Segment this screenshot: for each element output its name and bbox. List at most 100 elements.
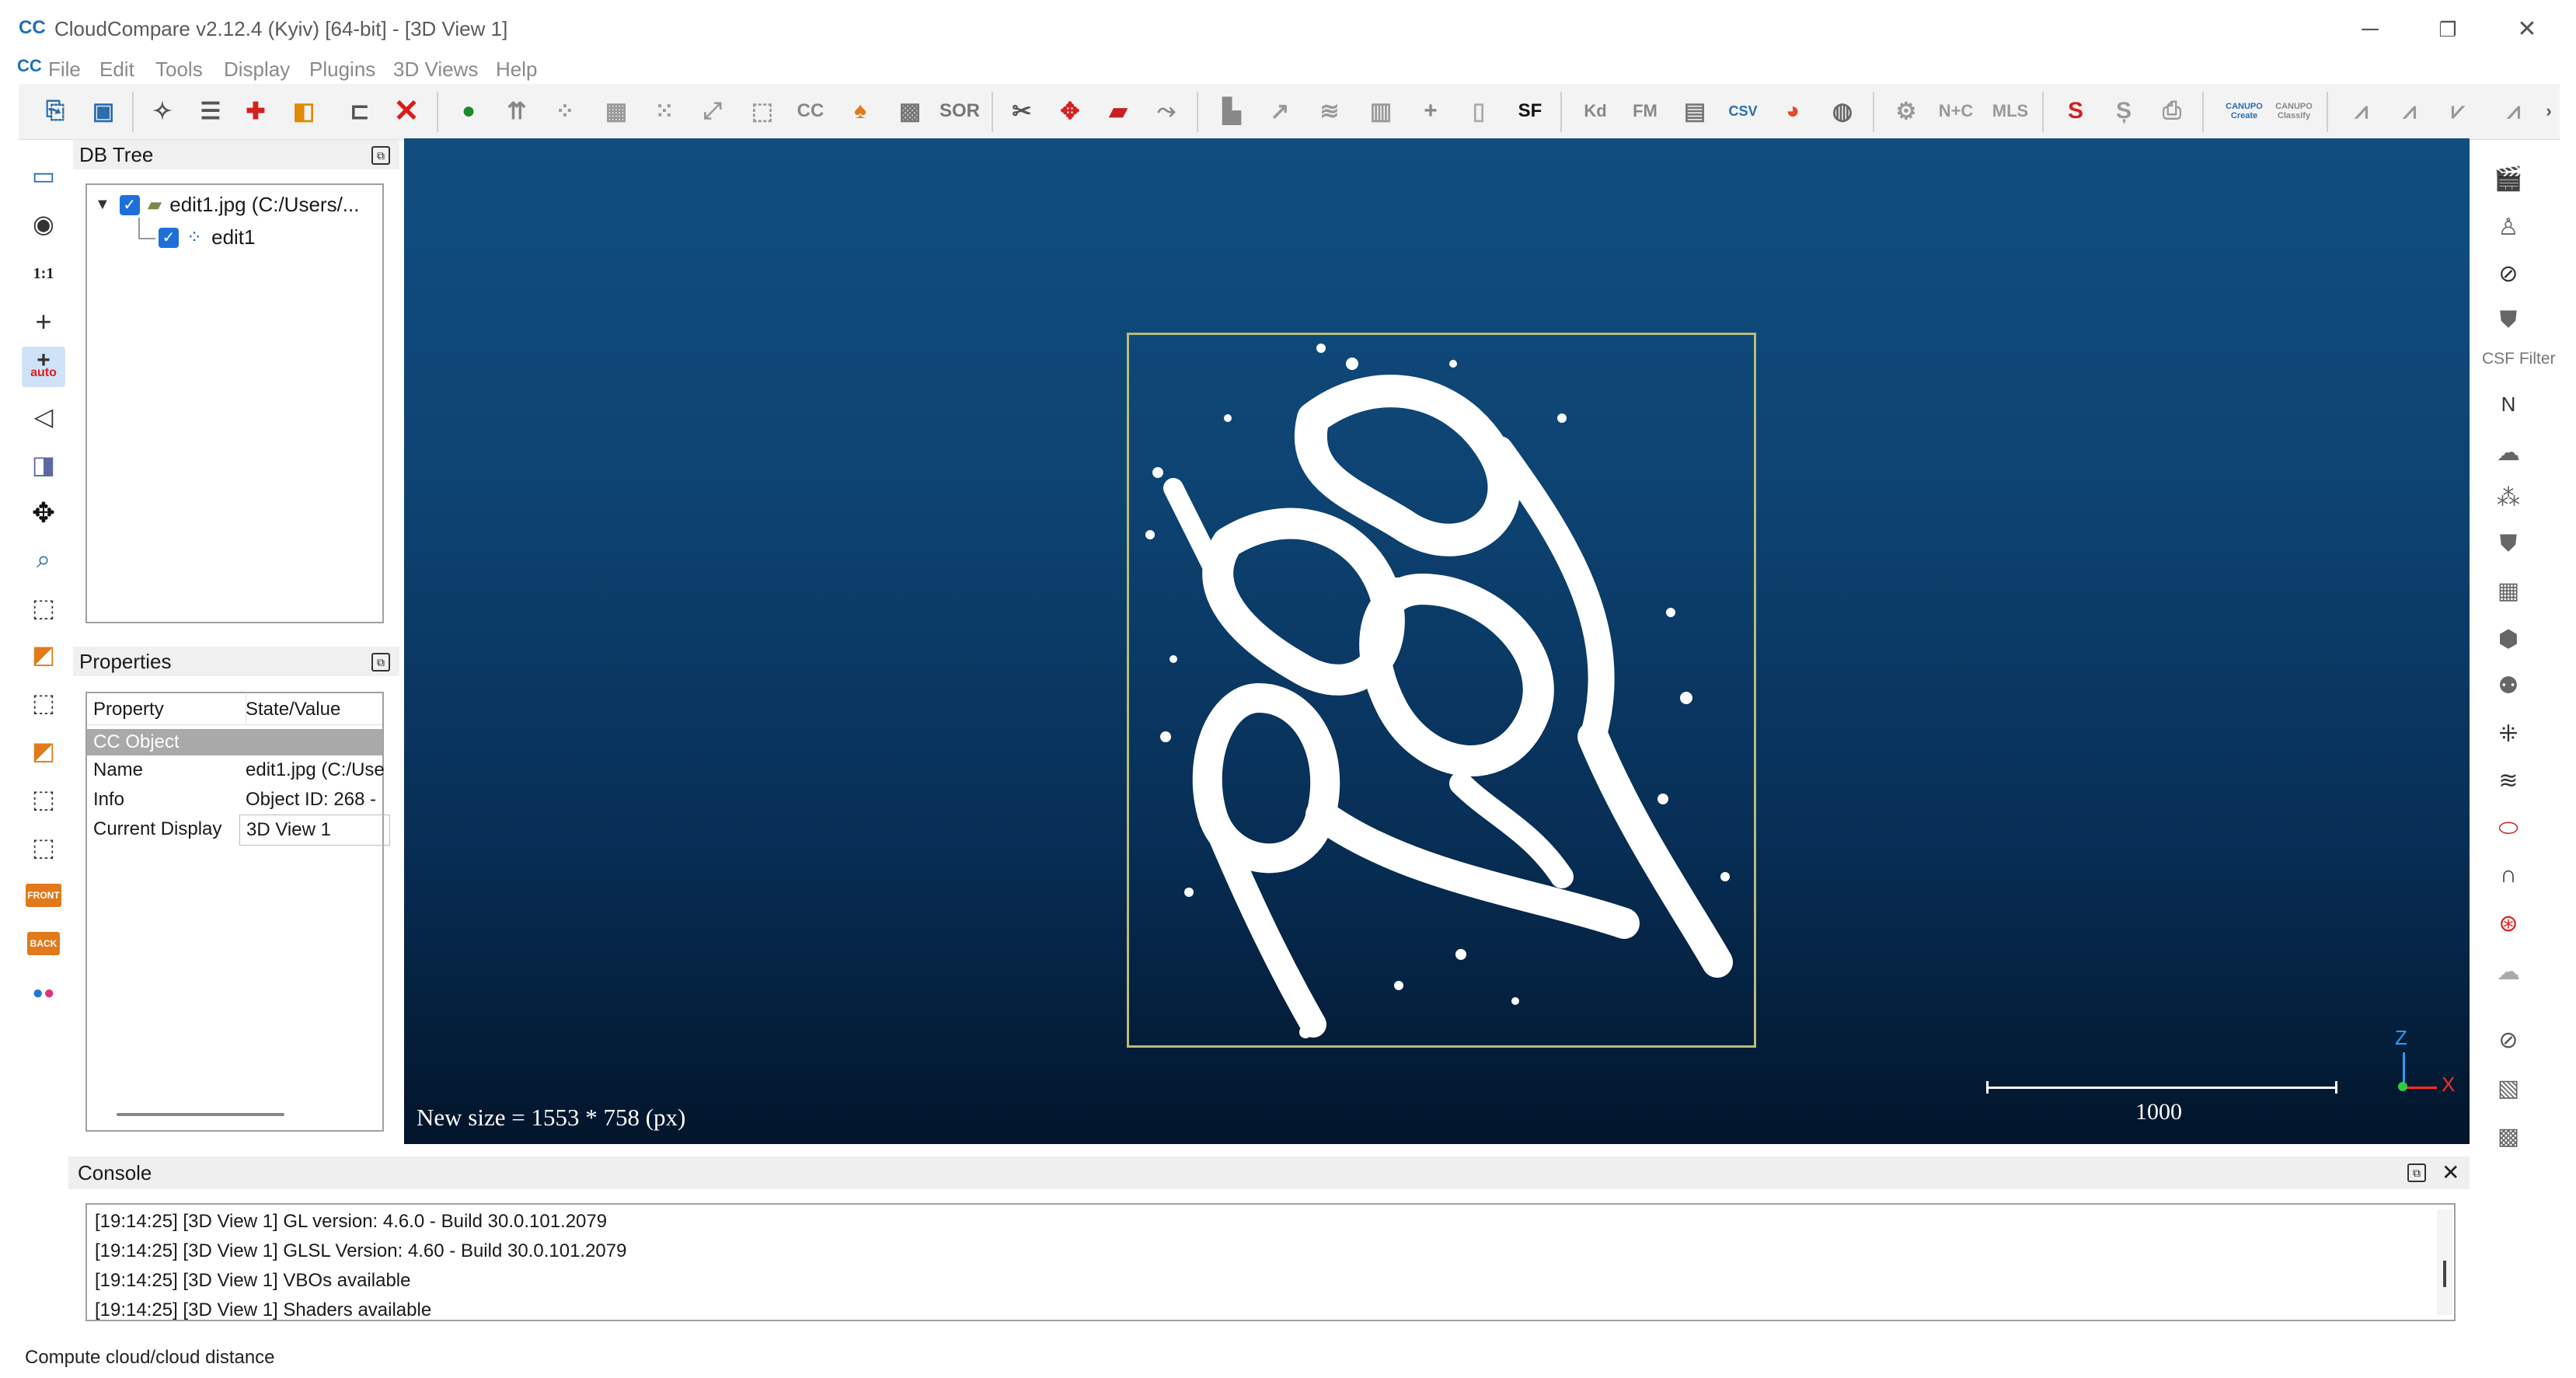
sf-minmax-icon[interactable]: ≋ [1310, 92, 1349, 131]
menu-display[interactable]: Display [224, 58, 290, 82]
profile3-icon[interactable]: ⩗ [2438, 92, 2477, 131]
move-icon[interactable]: ✥ [22, 493, 65, 533]
magnet-icon[interactable]: ∩ [2484, 855, 2533, 895]
m3c2-icon[interactable]: ⁂ [2484, 477, 2533, 518]
align-icon[interactable]: ⤳ [1147, 92, 1186, 131]
delete-icon[interactable]: ✕ [387, 92, 426, 131]
auto-pivot-icon[interactable]: + auto [22, 347, 65, 387]
property-value[interactable]: 3D View 1 [239, 815, 390, 846]
add-sf-icon[interactable]: + [1411, 92, 1450, 131]
list-icon[interactable]: ☰ [191, 92, 230, 131]
tree-item-image[interactable]: ▼ ✓ ▰ edit1.jpg (C:/Users/... [95, 193, 359, 217]
global-view-icon[interactable]: ▭ [22, 155, 65, 196]
stereo-icon[interactable]: ● ● [22, 973, 65, 1013]
ruler-icon[interactable]: ▥ [1361, 92, 1400, 131]
profile4-icon[interactable]: ⩘ [2494, 92, 2533, 131]
compare-icon[interactable]: ⎙ [2152, 92, 2191, 131]
transform-icon[interactable]: ✧ [143, 92, 182, 131]
kd-tree-icon[interactable]: Kd [1576, 92, 1615, 131]
profile2-icon[interactable]: ⩘ [2390, 92, 2429, 131]
console-log[interactable]: [19:14:25] [3D View 1] GL version: 4.6.0… [85, 1203, 2456, 1321]
facets-icon[interactable]: ⁜ [2484, 713, 2533, 754]
paint-icon[interactable]: ♠ [841, 92, 880, 131]
cc-label-icon[interactable]: CC [791, 92, 830, 131]
front-view-icon[interactable]: FRONT [22, 875, 65, 916]
hexagon-icon[interactable]: ⬢ [2484, 619, 2533, 659]
3d-view[interactable]: New size = 1553 * 758 (px) 1000 Z X [404, 138, 2470, 1144]
column-header-value[interactable]: State/Value [239, 695, 389, 724]
plane-icon[interactable]: ▰ [1099, 92, 1138, 131]
view-bottom-icon[interactable]: ⬚ [22, 779, 65, 819]
bbox-icon[interactable]: ⬚ [743, 92, 782, 131]
clapper-icon[interactable]: 🎬 [2484, 159, 2533, 199]
properties-float-icon[interactable]: ⧉ [371, 653, 390, 672]
view-right-icon[interactable]: ◩ [22, 731, 65, 771]
minimize-button[interactable]: ─ [2347, 14, 2393, 45]
db-tree-float-icon[interactable]: ⧉ [371, 146, 390, 165]
shield-icon[interactable]: ⛊ [2484, 300, 2533, 340]
console-scrollbar-thumb[interactable] [2443, 1261, 2446, 1287]
menu-3d-views[interactable]: 3D Views [393, 58, 478, 82]
camera-icon[interactable]: ◉ [22, 204, 65, 244]
restore-button[interactable]: ❐ [2424, 14, 2471, 45]
view-front-face-icon[interactable]: ◩ [22, 634, 65, 675]
sor-filter-icon[interactable]: SOR [939, 92, 980, 131]
toolbar-overflow-icon[interactable]: › [2539, 92, 2558, 131]
tree-item-cloud[interactable]: ✓ ⁘ edit1 [159, 225, 256, 249]
fm-icon[interactable]: FM [1626, 92, 1664, 131]
one-to-one-icon[interactable]: 1:1 [22, 253, 65, 294]
table-row[interactable]: Name edit1.jpg (C:/Use [87, 755, 385, 785]
back-view-icon[interactable]: BACK [22, 923, 65, 964]
zoom-icon[interactable]: ⌕ [22, 539, 65, 580]
column-header-property[interactable]: Property [87, 695, 246, 724]
shield-filter-icon[interactable]: ⛊ [2484, 524, 2533, 564]
pivot-icon[interactable]: + [22, 302, 65, 342]
scale-icon[interactable]: ⤢ [693, 92, 732, 131]
compass-icon[interactable]: ⊘ [2484, 253, 2533, 294]
section-icon[interactable]: S [2056, 92, 2095, 131]
view-top-icon[interactable]: ⬚ [22, 588, 65, 628]
layers-icon[interactable]: ≋ [2484, 760, 2533, 801]
canupo-create-icon[interactable]: CANUPO Create [2221, 92, 2268, 131]
console-float-icon[interactable]: ⧉ [2407, 1163, 2426, 1182]
pcv-icon[interactable]: ▦ [2484, 570, 2533, 611]
plugin-icon[interactable]: ⚙ [1887, 92, 1926, 131]
export-icon[interactable]: ▤ [1675, 92, 1714, 131]
segment-icon[interactable]: ⊏ [340, 92, 379, 131]
property-value[interactable]: Object ID: 268 - [239, 785, 389, 815]
animation-icon[interactable]: ⊛ [2484, 903, 2533, 944]
menu-file[interactable]: File [48, 58, 81, 82]
menu-edit[interactable]: Edit [99, 58, 134, 82]
brush-icon[interactable]: ♙ [2484, 207, 2533, 247]
csf-filter-label[interactable]: CSF Filter [2482, 350, 2556, 368]
translate-icon[interactable]: ✥ [1051, 92, 1089, 131]
rgb-icon[interactable]: ◧ [284, 92, 323, 131]
no-entry-icon[interactable]: ⊘ [2484, 1020, 2533, 1060]
scissors-icon[interactable]: ✂ [1002, 92, 1041, 131]
checker-icon[interactable]: ▩ [891, 92, 929, 131]
view-cube-icon[interactable]: ◨ [22, 445, 65, 485]
checkbox-icon[interactable]: ✓ [159, 227, 179, 248]
expand-arrow-icon[interactable]: ▼ [95, 196, 110, 214]
point-picking-icon[interactable]: ✚ [236, 92, 275, 131]
cloud-layers-icon[interactable]: ☁ [2484, 951, 2533, 992]
ellipse-icon[interactable]: ⬭ [2484, 808, 2533, 849]
sf-icon[interactable]: SF [1511, 92, 1549, 131]
canupo-classify-icon[interactable]: CANUPO Classify [2271, 92, 2317, 131]
menu-tools[interactable]: Tools [155, 58, 203, 82]
qsection-icon[interactable]: Ș [2104, 92, 2143, 131]
g3point-icon[interactable]: ▩ [2484, 1116, 2533, 1156]
view-left-icon[interactable]: ⬚ [22, 682, 65, 723]
app-menu-icon[interactable]: CC [17, 56, 42, 76]
horizontal-scrollbar[interactable] [117, 1113, 284, 1116]
remove-sf-icon[interactable]: ▯ [1459, 92, 1498, 131]
nc-icon[interactable]: N+C [1936, 92, 1975, 131]
histogram-icon[interactable]: ▙ [1212, 92, 1251, 131]
subsample-icon[interactable]: ⁘ [546, 92, 584, 131]
table-row[interactable]: Info Object ID: 268 - [87, 785, 382, 815]
save-icon[interactable]: ▣ [84, 92, 123, 131]
ransac-icon[interactable]: ⚉ [2484, 665, 2533, 706]
profile-icon[interactable]: ⩘ [2342, 92, 2381, 131]
property-value[interactable]: edit1.jpg (C:/Use [239, 755, 389, 785]
curve-icon[interactable]: ↗ [1260, 92, 1299, 131]
